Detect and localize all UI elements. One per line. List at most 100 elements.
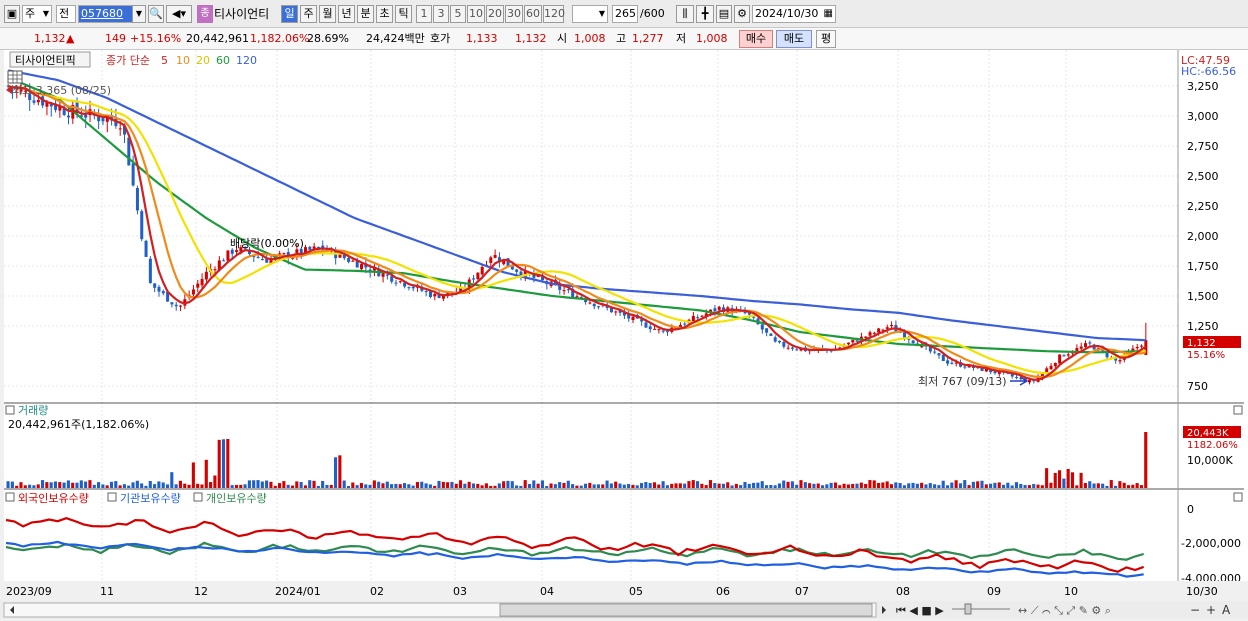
candle-body — [872, 332, 876, 334]
volume-bar — [976, 481, 980, 488]
volume-bar — [75, 482, 79, 488]
x-axis-label: 06 — [716, 585, 730, 598]
sound-icon[interactable]: ◀▾ — [166, 5, 192, 23]
period-tab-3[interactable]: 년 — [338, 5, 355, 23]
count-input[interactable]: 265 — [612, 5, 638, 23]
candle-body — [394, 282, 398, 284]
volume-bar — [88, 480, 92, 488]
window-icon[interactable]: ▣ — [4, 5, 20, 23]
interval-button-3[interactable]: 10 — [467, 5, 485, 23]
close-icon[interactable] — [1233, 492, 1243, 502]
period-tab-4[interactable]: 분 — [357, 5, 374, 23]
period-tab-5[interactable]: 초 — [376, 5, 393, 23]
stock-badge: 종 — [197, 5, 213, 23]
volume-bar — [40, 480, 45, 488]
zoom-in-icon[interactable]: + — [1206, 603, 1216, 617]
date-input[interactable]: 2024/10/30 ▦ — [752, 5, 836, 23]
candle-body — [101, 117, 105, 122]
save-icon[interactable]: ▤ — [716, 5, 732, 23]
gear-icon[interactable]: ⚙ — [734, 5, 750, 23]
volume-bar — [1144, 432, 1148, 488]
volume-bar — [704, 485, 708, 488]
period-tab-2[interactable]: 월 — [319, 5, 336, 23]
interval-button-6[interactable]: 60 — [524, 5, 542, 23]
interval-button-1[interactable]: 3 — [433, 5, 449, 23]
close-icon[interactable] — [1233, 405, 1243, 415]
table-icon[interactable] — [7, 70, 23, 84]
code-dropdown-icon[interactable]: ▼ — [132, 5, 146, 23]
candle-body — [1049, 365, 1053, 370]
interval-button-2[interactable]: 5 — [450, 5, 466, 23]
volume-bar — [303, 485, 307, 488]
volume-bar — [1122, 482, 1126, 488]
volume-bar — [506, 480, 510, 488]
interval-button-7[interactable]: 120 — [543, 5, 565, 23]
x-axis-label: 09 — [987, 585, 1001, 598]
candle-body — [1058, 354, 1062, 364]
ma10-legend: 10 — [176, 54, 190, 67]
candle-body — [118, 128, 122, 130]
volume-bar — [334, 457, 338, 488]
price-tag-pct: 15.16% — [1187, 350, 1225, 361]
period-tab-1[interactable]: 주 — [300, 5, 317, 23]
eval-button[interactable]: 평 — [816, 30, 836, 48]
font-size-icon[interactable]: A — [1222, 603, 1231, 617]
search-icon[interactable]: 🔍 — [148, 5, 164, 23]
volume-bar — [1139, 485, 1143, 488]
zoom-out-icon[interactable]: − — [1190, 603, 1200, 617]
volume-bar — [609, 483, 613, 488]
x-axis-label: 05 — [629, 585, 643, 598]
volume-bar — [558, 482, 562, 488]
volume-bar — [135, 480, 139, 488]
stock-chart[interactable]: 티사이언티픽 종가 단순 5 10 20 60 120 LC:47.59 HC:… — [0, 50, 1248, 621]
low-value: 1,008 — [696, 32, 728, 45]
volume-bar — [286, 484, 290, 488]
panel-collapse-icon[interactable] — [5, 492, 15, 502]
prev-button[interactable]: 전 — [56, 5, 76, 23]
volume-bar — [566, 480, 570, 488]
interval-select[interactable]: ▼ — [572, 5, 608, 23]
market-type-select[interactable]: 주 ▼ — [22, 5, 52, 23]
drawing-tools-icon[interactable]: ↔ ⟋ ⌒ ⤡ ⤢ ✎ ⚙ ⌕ — [1018, 604, 1111, 617]
scroll-thumb[interactable] — [499, 603, 873, 617]
volume-pct: 1,182.06% — [250, 32, 310, 45]
volume-bar — [657, 484, 661, 488]
volume-bar — [579, 485, 583, 488]
volume-bar — [683, 483, 687, 488]
sell-button[interactable]: 매도 — [776, 30, 812, 48]
period-tab-0[interactable]: 일 — [281, 5, 298, 23]
volume-bar — [592, 484, 596, 488]
interval-button-0[interactable]: 1 — [416, 5, 432, 23]
volume-bar — [1070, 472, 1075, 488]
candle-icon[interactable]: ⫼ — [676, 5, 694, 23]
volume-bar — [1088, 481, 1092, 488]
price-panel-title: 티사이언티픽 — [15, 54, 76, 67]
candle-body — [360, 264, 364, 270]
volume-bar — [49, 482, 53, 488]
period-tab-6[interactable]: 틱 — [395, 5, 412, 23]
candle-body — [140, 211, 144, 240]
panel-collapse-icon[interactable] — [193, 492, 203, 502]
volume-bar — [191, 462, 195, 488]
interval-button-5[interactable]: 30 — [505, 5, 523, 23]
ma-label: 종가 단순 — [106, 54, 150, 67]
volume-bar — [489, 485, 493, 488]
volume-tag-value: 20,443K — [1187, 428, 1229, 439]
volume-y-tick: 10,000K — [1187, 454, 1233, 467]
volume-bar — [390, 484, 394, 488]
panel-collapse-icon[interactable] — [107, 492, 117, 502]
candle-body — [127, 137, 131, 166]
buy-button[interactable]: 매수 — [739, 30, 773, 48]
playback-controls-icon[interactable]: ⏮ ◀ ■ ▶ — [896, 604, 944, 617]
volume-bar — [484, 483, 488, 488]
volume-bar — [213, 475, 217, 488]
zoom-slider-handle[interactable] — [964, 603, 972, 615]
interval-button-4[interactable]: 20 — [486, 5, 504, 23]
crosshair-icon[interactable]: ╋ — [696, 5, 714, 23]
x-axis-label: 08 — [896, 585, 910, 598]
candle-body — [222, 260, 226, 262]
bid-label: 호가 — [430, 32, 451, 45]
volume-bar — [316, 485, 320, 488]
volume-bar — [209, 482, 213, 488]
panel-collapse-icon[interactable] — [5, 405, 15, 415]
